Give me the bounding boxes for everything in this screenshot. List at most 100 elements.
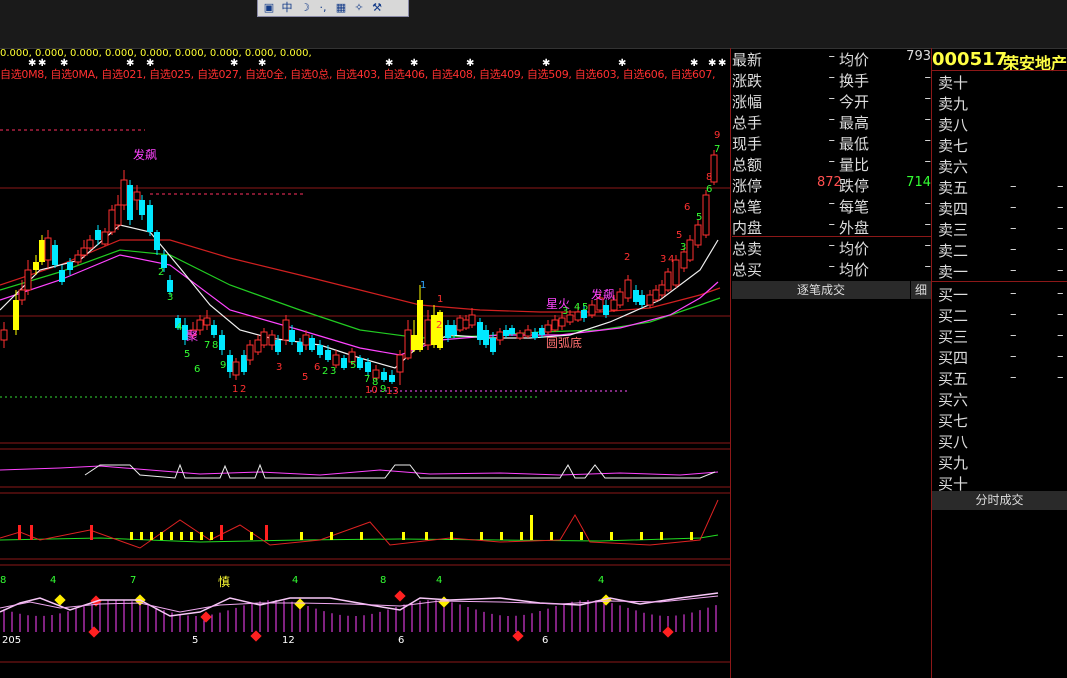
count-label: 2 xyxy=(322,366,328,377)
quote-row: 总手 – 最高 – xyxy=(732,111,931,132)
order-level-value: – xyxy=(1010,349,1017,364)
quote-row: 最新 – 均价 793 xyxy=(732,48,931,69)
candle-body xyxy=(468,314,476,326)
candle-body xyxy=(445,325,451,338)
candle-body xyxy=(147,205,153,232)
candle-body xyxy=(302,334,310,346)
order-book-divider xyxy=(932,281,1067,282)
count-label: 4 xyxy=(574,302,580,313)
volume-bar xyxy=(402,532,405,540)
candle-body xyxy=(120,179,128,206)
candle-body xyxy=(686,239,694,261)
candle-body xyxy=(516,332,524,339)
chinese-input-icon[interactable]: 中 xyxy=(280,2,294,14)
order-level-value: – xyxy=(1010,307,1017,322)
volume-bar xyxy=(640,532,643,540)
count-label: 6 xyxy=(194,364,200,375)
candle-body xyxy=(624,279,632,299)
dots-icon[interactable]: ·, xyxy=(316,2,330,14)
quote-v1: – xyxy=(828,91,836,106)
order-level-label: 卖九 xyxy=(938,95,969,113)
quote-v2: – xyxy=(924,91,932,106)
volume-bar xyxy=(180,532,183,540)
count-label: 7 xyxy=(204,340,210,351)
volume-bar xyxy=(140,532,143,540)
diamond-marker xyxy=(662,626,674,638)
volume-bar xyxy=(160,532,163,540)
candle-body xyxy=(389,375,395,382)
order-level-value: – xyxy=(1010,200,1017,215)
keyboard-icon[interactable]: ▦ xyxy=(334,2,348,14)
count-label: 1 xyxy=(420,280,426,291)
volume-bar xyxy=(550,532,553,540)
detail-button[interactable]: 细 xyxy=(911,281,931,299)
report-icon[interactable]: ▣ xyxy=(262,2,276,14)
volume-bar xyxy=(200,532,203,540)
count-label: 10 xyxy=(365,385,378,396)
panel-divider xyxy=(931,48,932,678)
quote-v1: – xyxy=(828,112,836,127)
count-label: 3 xyxy=(330,366,336,377)
quote-l2: 换手 xyxy=(839,72,870,90)
order-level-value: – xyxy=(1057,263,1064,278)
diamond-marker xyxy=(294,598,306,610)
quote-l1: 最新 xyxy=(732,51,763,69)
count-label: 4 xyxy=(176,322,182,333)
ma-magenta-line xyxy=(0,254,719,356)
candle-body xyxy=(524,329,532,337)
candle-body xyxy=(365,362,371,372)
candle-body xyxy=(309,338,315,350)
order-level-label: 买九 xyxy=(938,454,969,472)
quote-l1: 涨跌 xyxy=(732,72,763,90)
tick-trades-button[interactable]: 逐笔成交 xyxy=(732,281,910,299)
candle-body xyxy=(211,325,217,335)
candle-body xyxy=(456,317,464,331)
quote-v2: – xyxy=(924,133,932,148)
count-label: 3 xyxy=(660,254,666,265)
candle-body xyxy=(381,372,387,380)
candle-body xyxy=(539,328,545,335)
candle-body xyxy=(260,331,268,346)
indicator-values: 0.000, 0.000, 0.000, 0.000, 0.000, 0.000… xyxy=(0,48,312,59)
moon-icon[interactable]: ☽ xyxy=(298,2,312,14)
order-level-label: 卖一 xyxy=(938,263,969,281)
order-level-value: – xyxy=(1057,349,1064,364)
quote-row: 现手 – 最低 – xyxy=(732,132,931,153)
order-level-label: 卖十 xyxy=(938,74,969,92)
order-level-value: – xyxy=(1057,307,1064,322)
quote-l2: 最低 xyxy=(839,135,870,153)
candle-body xyxy=(275,340,281,352)
candle-body xyxy=(254,339,262,353)
diamond-marker xyxy=(394,590,406,602)
candle-body xyxy=(532,332,538,338)
quote-l2: 均价 xyxy=(839,261,870,279)
quote-panel: 最新 – 均价 793 涨跌 – 换手 – 涨幅 – 今开 – 总手 – 最高 – 现手 – 最低 – 总额 – 量比 – 涨停… xyxy=(732,48,931,280)
candle-body xyxy=(74,254,82,263)
candle-body xyxy=(404,329,412,359)
candle-body xyxy=(139,200,145,215)
order-level-label: 卖八 xyxy=(938,116,969,134)
quote-l1: 涨停 xyxy=(732,177,763,195)
candle-body xyxy=(424,319,432,346)
candle-body xyxy=(357,358,363,368)
candle-body xyxy=(114,204,122,226)
volume-bar xyxy=(360,532,363,540)
arrows-icon[interactable]: ✧ xyxy=(352,2,366,14)
stock-code: 000517 xyxy=(932,49,1008,70)
k-line-chart[interactable]: ✱ ✱ ✱ ✱ ✱ ✱ ✱ ✱ ✱ ✱ ✱ ✱ ✱ ✱ ✱ 234567 891 2356 2 357 8910 131… xyxy=(0,48,731,678)
minute-trades-button[interactable]: 分时成交 xyxy=(932,491,1067,510)
candle-body xyxy=(127,185,133,220)
candle-body xyxy=(544,324,552,333)
candle-body xyxy=(483,330,489,345)
candle-body xyxy=(59,270,65,282)
quote-v1: – xyxy=(828,196,836,211)
ju-label: 聚 xyxy=(186,329,198,343)
tool-icon[interactable]: ⚒ xyxy=(370,2,384,14)
quote-row: 涨跌 – 换手 – xyxy=(732,69,931,90)
candle-body xyxy=(167,280,173,292)
candle-body xyxy=(646,294,654,306)
oscillator-label: 8 xyxy=(380,575,386,586)
candle-body xyxy=(39,240,45,262)
quote-l1: 现手 xyxy=(732,135,763,153)
oscillator-label: 12 xyxy=(282,635,295,646)
